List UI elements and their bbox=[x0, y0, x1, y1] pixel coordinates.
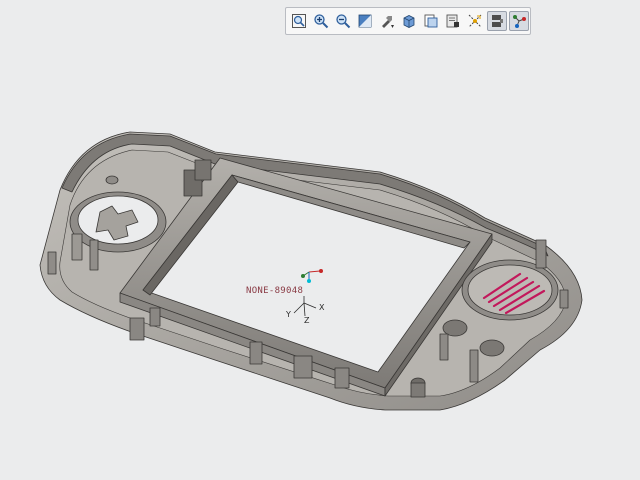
repaint-button[interactable] bbox=[355, 11, 375, 31]
datum-display-button[interactable] bbox=[465, 11, 485, 31]
view-manager-icon bbox=[446, 14, 459, 28]
spin-center-button[interactable] bbox=[377, 11, 397, 31]
left-screw-post bbox=[105, 175, 119, 185]
zoom-out-button[interactable] bbox=[333, 11, 353, 31]
repaint-icon bbox=[358, 14, 372, 28]
front-rib-1 bbox=[249, 341, 263, 365]
axis-z-label: Z bbox=[304, 316, 310, 325]
annotation-display-icon bbox=[492, 15, 503, 27]
right-rib-2 bbox=[469, 349, 479, 383]
right-rib-3 bbox=[535, 239, 547, 269]
right-rib-1 bbox=[439, 333, 449, 361]
right-post-2 bbox=[479, 339, 505, 357]
datum-display-icon bbox=[468, 14, 482, 28]
saved-views-button[interactable] bbox=[421, 11, 441, 31]
annotation-display-button[interactable] bbox=[487, 11, 507, 31]
left-rib-3 bbox=[47, 251, 57, 275]
zoom-fit-icon bbox=[292, 14, 306, 28]
front-rib-5 bbox=[149, 307, 161, 327]
front-rib-2 bbox=[293, 355, 313, 379]
display-style-icon bbox=[403, 15, 415, 28]
saved-views-icon bbox=[424, 14, 438, 28]
zoom-out-icon bbox=[336, 14, 351, 29]
zoom-in-button[interactable] bbox=[311, 11, 331, 31]
front-rib-4 bbox=[129, 317, 145, 341]
display-style-button[interactable] bbox=[399, 11, 419, 31]
view-toolbar bbox=[285, 7, 531, 35]
spin-center-toggle-icon bbox=[513, 15, 526, 28]
model-viewport[interactable] bbox=[0, 0, 640, 480]
left-rib-2 bbox=[89, 239, 99, 271]
zoom-in-icon bbox=[314, 14, 329, 29]
front-rib-3 bbox=[334, 367, 350, 389]
axis-x-label: X bbox=[319, 303, 325, 312]
console-shell-model[interactable] bbox=[39, 131, 583, 411]
left-rib-1 bbox=[71, 233, 83, 261]
view-manager-button[interactable] bbox=[443, 11, 463, 31]
right-screw-post-body bbox=[410, 382, 426, 398]
axis-y-label: Y bbox=[286, 310, 291, 319]
right-rib-4 bbox=[559, 289, 569, 309]
zoom-fit-button[interactable] bbox=[289, 11, 309, 31]
left-rib-5 bbox=[194, 159, 212, 181]
spin-center-toggle-button[interactable] bbox=[509, 11, 529, 31]
csys-label[interactable]: NONE-89048 bbox=[246, 286, 303, 296]
spin-center-icon bbox=[382, 16, 394, 28]
